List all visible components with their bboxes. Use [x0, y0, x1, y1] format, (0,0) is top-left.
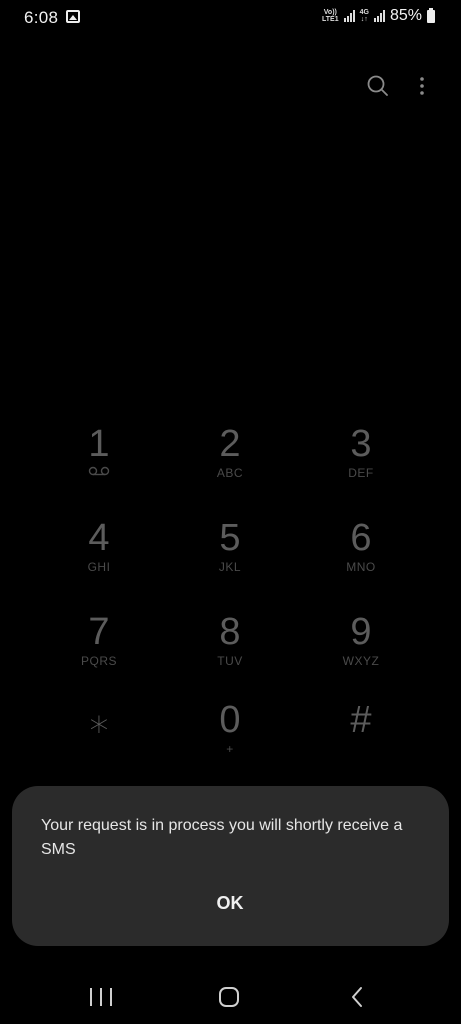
key-digit: 9: [350, 611, 372, 653]
key-letters: WXYZ: [342, 654, 380, 668]
dialpad-key-hash[interactable]: #: [306, 700, 416, 780]
dialog-message: Your request is in process you will shor…: [41, 817, 403, 858]
key-letters: +: [226, 742, 234, 756]
signal-icon-2: [373, 10, 385, 22]
battery-percentage: 85%: [389, 7, 422, 24]
key-digit: 7: [88, 611, 110, 653]
status-indicators: Vo)) LTE1 4G ↓↑ 85%: [322, 7, 435, 25]
dialpad-key-3[interactable]: 3 DEF: [306, 424, 416, 504]
navigation-bar: [0, 970, 461, 1024]
dialpad-key-0[interactable]: 0 +: [175, 700, 285, 780]
key-letters: MNO: [346, 560, 376, 574]
dialpad-key-5[interactable]: 5 JKL: [175, 518, 285, 598]
dialpad-key-6[interactable]: 6 MNO: [306, 518, 416, 598]
key-letters: PQRS: [80, 654, 117, 668]
dialpad-key-2[interactable]: 2 ABC: [175, 424, 285, 504]
dialpad-key-4[interactable]: 4 GHI: [44, 518, 154, 598]
recent-apps-icon[interactable]: [90, 988, 112, 1006]
key-letters: GHI: [87, 560, 111, 574]
key-digit: 8: [219, 611, 241, 653]
ok-button[interactable]: OK: [180, 886, 280, 920]
dialpad-key-1[interactable]: 1: [44, 424, 154, 504]
status-bar: 6:08 Vo)) LTE1 4G ↓↑ 85%: [0, 0, 461, 36]
dialpad-key-7[interactable]: 7 PQRS: [44, 612, 154, 692]
ussd-dialog: Your request is in process you will shor…: [12, 786, 449, 946]
key-letters: DEF: [348, 466, 374, 480]
battery-icon: [427, 7, 435, 23]
dialpad-key-9[interactable]: 9 WXYZ: [306, 612, 416, 692]
status-time: 6:08: [24, 8, 59, 27]
volte-bottom-text: LTE1: [322, 16, 339, 23]
key-digit: 3: [350, 423, 372, 465]
signal-icon: [343, 10, 355, 22]
search-icon[interactable]: [364, 72, 392, 100]
network-type-text: 4G: [359, 9, 369, 16]
network-indicator: 4G ↓↑: [360, 9, 369, 23]
back-icon[interactable]: [350, 986, 364, 1008]
key-digit: 4: [88, 517, 110, 559]
key-digit: #: [350, 699, 372, 741]
key-digit: 1: [88, 423, 110, 465]
network-activity-text: ↓↑: [360, 16, 368, 23]
gallery-icon: [66, 10, 80, 23]
key-digit: 6: [350, 517, 372, 559]
key-digit: 2: [219, 423, 241, 465]
voicemail-icon: [88, 466, 110, 476]
dialpad-key-8[interactable]: 8 TUV: [175, 612, 285, 692]
key-letters: ABC: [216, 466, 244, 480]
key-digit: ⁎: [89, 699, 109, 741]
home-icon[interactable]: [219, 987, 239, 1007]
dialpad-key-star[interactable]: ⁎: [44, 700, 154, 780]
more-vert-icon[interactable]: [410, 72, 434, 100]
key-digit: 0: [219, 699, 241, 741]
key-digit: 5: [219, 517, 241, 559]
key-letters: JKL: [218, 560, 242, 574]
volte-indicator: Vo)) LTE1: [322, 9, 339, 23]
volte-top-text: Vo)): [323, 9, 337, 16]
key-letters: TUV: [217, 654, 243, 668]
